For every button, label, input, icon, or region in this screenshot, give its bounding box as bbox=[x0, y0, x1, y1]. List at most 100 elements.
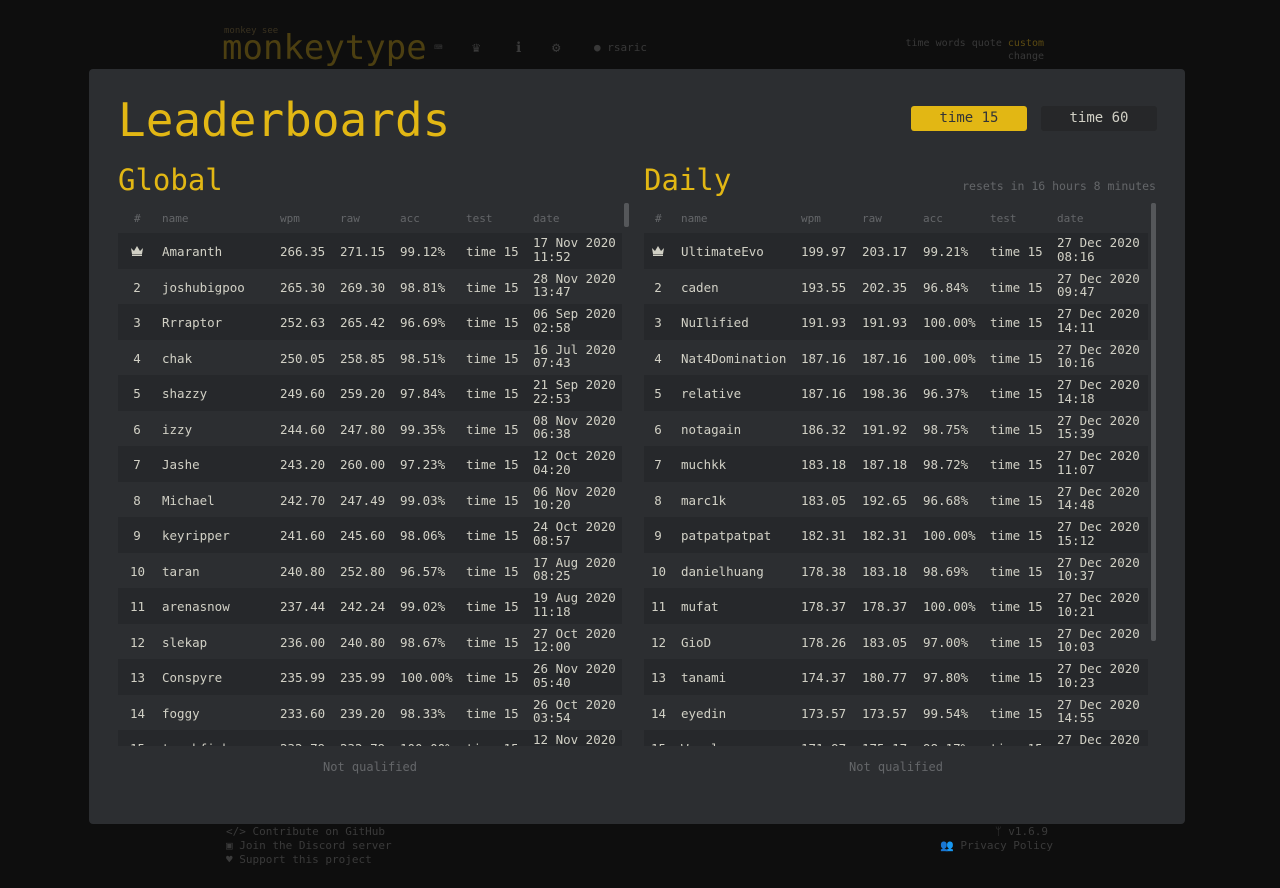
test-cell: time 15 bbox=[990, 492, 1043, 508]
name-cell[interactable]: patpatpatpat bbox=[681, 528, 771, 543]
name-cell[interactable]: danielhuang bbox=[681, 564, 764, 579]
table-row[interactable]: 11 arenasnow 237.44 242.24 99.02% time 15 19 A… bbox=[118, 588, 622, 624]
info-icon[interactable]: ℹ bbox=[516, 40, 521, 56]
name-cell[interactable]: taran bbox=[162, 564, 200, 579]
table-row[interactable]: 4 chak 250.05 258.85 98.51% time 15 16 Jul 202… bbox=[118, 340, 622, 376]
name-cell[interactable]: Conspyre bbox=[162, 670, 222, 685]
table-row[interactable]: 11 mufat 178.37 178.37 100.00% time 15 27 Dec … bbox=[644, 588, 1148, 624]
name-cell[interactable]: muchkk bbox=[681, 457, 726, 472]
mode-quote[interactable]: quote bbox=[972, 38, 1002, 49]
name-cell[interactable]: tanami bbox=[681, 670, 726, 685]
table-row[interactable]: 15 trashfish 232.79 232.79 100.00% time 15 12 … bbox=[118, 730, 622, 746]
footer-github-label: Contribute on GitHub bbox=[252, 825, 385, 838]
name-cell[interactable]: UltimateEvo bbox=[681, 244, 764, 259]
name-cell[interactable]: Wuzalos bbox=[681, 741, 734, 746]
col-date: date bbox=[1057, 212, 1084, 225]
date-day: 27 Dec 2020 bbox=[1057, 306, 1140, 321]
name-cell[interactable]: trashfish bbox=[162, 741, 230, 746]
name-cell[interactable]: joshubigpoo bbox=[162, 280, 245, 295]
raw-cell: 182.31 bbox=[862, 528, 908, 543]
rank-cell: 9 bbox=[133, 528, 141, 543]
acc-cell: 100.00% bbox=[923, 350, 976, 366]
test-cell: time 15 bbox=[990, 599, 1043, 614]
table-row[interactable]: 12 slekap 236.00 240.80 98.67% time 15 27 Oct … bbox=[118, 624, 622, 660]
mode-custom[interactable]: custom bbox=[1008, 38, 1044, 49]
name-cell[interactable]: relative bbox=[681, 386, 741, 401]
name-cell[interactable]: mufat bbox=[681, 599, 719, 614]
footer-github[interactable]: </> Contribute on GitHub bbox=[226, 825, 385, 838]
table-row[interactable]: 8 Michael 242.70 247.49 99.03% time 15 06 Nov … bbox=[118, 482, 622, 518]
table-row[interactable]: 10 danielhuang 178.38 183.18 98.69% time 15 27… bbox=[644, 553, 1148, 589]
name-cell[interactable]: eyedin bbox=[681, 706, 726, 721]
table-row[interactable]: 5 relative 187.16 198.36 96.37% time 15 27 Dec… bbox=[644, 375, 1148, 411]
table-row[interactable]: UltimateEvo 199.97 203.17 99.21% time 15 27 D… bbox=[644, 233, 1148, 269]
name-cell[interactable]: Jashe bbox=[162, 457, 200, 472]
test-cell: time 15 bbox=[466, 528, 519, 543]
table-row[interactable]: 14 foggy 233.60 239.20 98.33% time 15 26 Oct 2… bbox=[118, 695, 622, 731]
time-60-button[interactable]: time 60 bbox=[1041, 106, 1157, 131]
name-cell[interactable]: arenasnow bbox=[162, 599, 230, 614]
table-row[interactable]: 3 NuIlified 191.93 191.93 100.00% time 15 27 D… bbox=[644, 304, 1148, 340]
table-row[interactable]: 6 notagain 186.32 191.92 98.75% time 15 27 Dec… bbox=[644, 411, 1148, 447]
name-cell[interactable]: Nat4Domination bbox=[681, 351, 786, 366]
table-row[interactable]: 9 patpatpatpat 182.31 182.31 100.00% time 15 2… bbox=[644, 517, 1148, 553]
name-cell[interactable]: NuIlified bbox=[681, 315, 749, 330]
table-row[interactable]: 7 Jashe 243.20 260.00 97.23% time 15 12 Oct 20… bbox=[118, 446, 622, 482]
daily-scrollbar[interactable] bbox=[1151, 203, 1156, 641]
mode-words[interactable]: words bbox=[936, 38, 966, 49]
name-cell[interactable]: notagain bbox=[681, 422, 741, 437]
rank-cell: 6 bbox=[133, 421, 141, 437]
footer-version[interactable]: ᛘ v1.6.9 bbox=[995, 825, 1048, 838]
table-row[interactable]: 12 GioD 178.26 183.05 97.00% time 15 27 Dec 20… bbox=[644, 624, 1148, 660]
table-row[interactable]: Amaranth 266.35 271.15 99.12% time 15 17 Nov … bbox=[118, 233, 622, 269]
table-row[interactable]: 15 Wuzalos 171.97 175.17 98.17% time 15 27 Dec… bbox=[644, 730, 1148, 746]
name-cell[interactable]: chak bbox=[162, 351, 192, 366]
table-row[interactable]: 14 eyedin 173.57 173.57 99.54% time 15 27 Dec … bbox=[644, 695, 1148, 731]
table-row[interactable]: 3 Rrraptor 252.63 265.42 96.69% time 15 06 Sep… bbox=[118, 304, 622, 340]
rank-cell: 3 bbox=[654, 315, 662, 330]
name-cell[interactable]: caden bbox=[681, 280, 719, 295]
name-cell[interactable]: Michael bbox=[162, 493, 215, 508]
name-cell[interactable]: Rrraptor bbox=[162, 315, 222, 330]
name-cell[interactable]: marc1k bbox=[681, 493, 726, 508]
table-row[interactable]: 5 shazzy 249.60 259.20 97.84% time 15 21 Sep 2… bbox=[118, 375, 622, 411]
date-day: 26 Oct 2020 bbox=[533, 696, 616, 712]
footer-discord[interactable]: ▣ Join the Discord server bbox=[226, 839, 392, 852]
table-row[interactable]: 7 muchkk 183.18 187.18 98.72% time 15 27 Dec 2… bbox=[644, 446, 1148, 482]
name-cell[interactable]: foggy bbox=[162, 706, 200, 721]
table-row[interactable]: 10 taran 240.80 252.80 96.57% time 15 17 Aug 2… bbox=[118, 553, 622, 589]
footer-support[interactable]: ♥ Support this project bbox=[226, 853, 372, 866]
name-cell[interactable]: Amaranth bbox=[162, 244, 222, 259]
date-time: 10:20 bbox=[533, 497, 571, 512]
gear-icon[interactable]: ⚙ bbox=[552, 40, 560, 56]
name-cell[interactable]: izzy bbox=[162, 422, 192, 437]
name-cell[interactable]: keyripper bbox=[162, 528, 230, 543]
table-row[interactable]: 4 Nat4Domination 187.16 187.16 100.00% time 1… bbox=[644, 340, 1148, 376]
table-row[interactable]: 9 keyripper 241.60 245.60 98.06% time 15 24 Oc… bbox=[118, 517, 622, 553]
crown-icon[interactable]: ♛ bbox=[472, 40, 480, 56]
date-cell: 27 Dec 2020 10:21 bbox=[1057, 591, 1140, 618]
date-cell: 12 Nov 2020 bbox=[533, 733, 616, 746]
raw-cell: 252.80 bbox=[340, 563, 386, 579]
name-cell[interactable]: slekap bbox=[162, 635, 207, 650]
table-row[interactable]: 2 caden 193.55 202.35 96.84% time 15 27 Dec 20… bbox=[644, 269, 1148, 305]
name-cell[interactable]: GioD bbox=[681, 635, 711, 650]
wpm-cell: 187.16 bbox=[801, 350, 847, 366]
logo[interactable]: monkeytype bbox=[222, 28, 427, 68]
col-acc: acc bbox=[400, 212, 420, 225]
footer-privacy[interactable]: 👥 Privacy Policy bbox=[940, 839, 1053, 852]
user-account[interactable]: ● rsaric bbox=[594, 41, 647, 54]
name-cell[interactable]: shazzy bbox=[162, 386, 207, 401]
table-row[interactable]: 6 izzy 244.60 247.80 99.35% time 15 08 Nov 202… bbox=[118, 411, 622, 447]
table-row[interactable]: 13 Conspyre 235.99 235.99 100.00% time 15 26 N… bbox=[118, 659, 622, 695]
table-row[interactable]: 13 tanami 174.37 180.77 97.80% time 15 27 Dec … bbox=[644, 659, 1148, 695]
raw-cell: 175.17 bbox=[862, 741, 907, 746]
table-row[interactable]: 2 joshubigpoo 265.30 269.30 98.81% time 15 28 … bbox=[118, 269, 622, 305]
change-link[interactable]: change bbox=[1008, 51, 1044, 62]
table-row[interactable]: 8 marc1k 183.05 192.65 96.68% time 15 27 Dec 2… bbox=[644, 482, 1148, 518]
global-scrollbar[interactable] bbox=[624, 203, 629, 227]
raw-cell: 183.18 bbox=[862, 563, 908, 579]
keyboard-icon[interactable]: ⌨ bbox=[434, 40, 442, 56]
time-15-button[interactable]: time 15 bbox=[911, 106, 1027, 131]
mode-time[interactable]: time bbox=[905, 38, 929, 49]
